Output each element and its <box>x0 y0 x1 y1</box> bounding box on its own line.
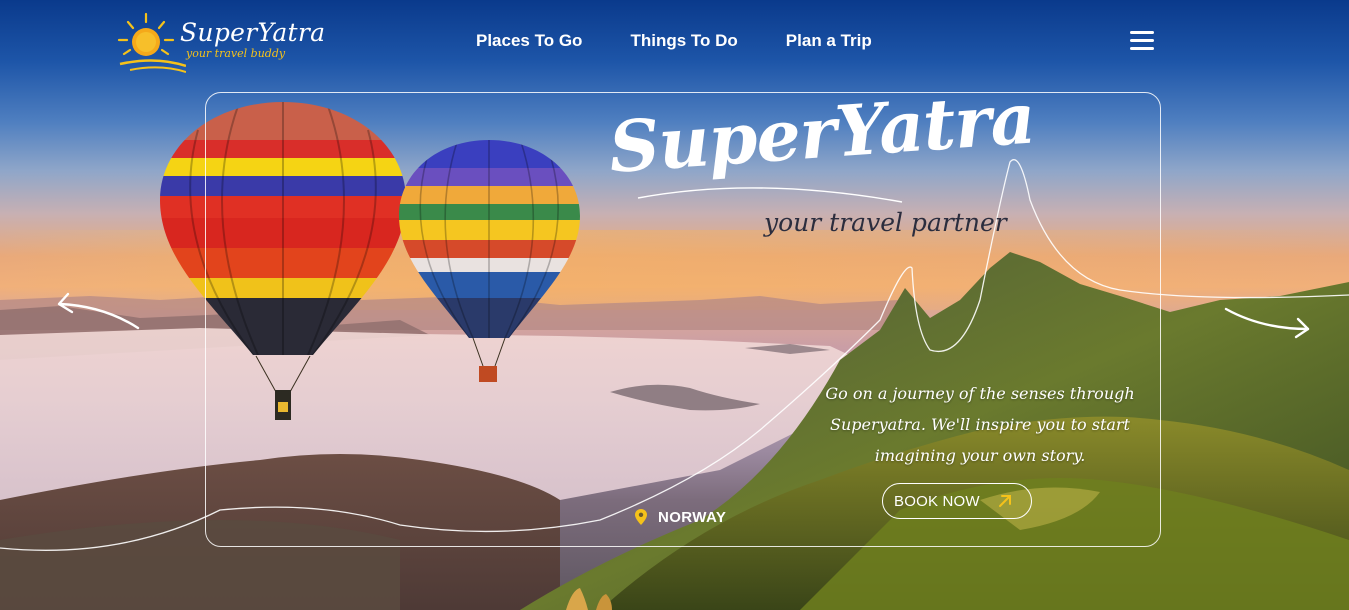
location-label: NORWAY <box>634 508 726 526</box>
location-name: NORWAY <box>658 508 727 526</box>
hero-subtitle: your travel partner <box>764 208 1007 237</box>
map-pin-icon <box>635 509 647 525</box>
curved-arrow-right-icon[interactable] <box>1222 303 1314 343</box>
arrow-up-right-icon <box>999 495 1011 507</box>
hero-description: Go on a journey of the senses through Su… <box>825 384 1135 465</box>
curved-arrow-left-icon[interactable] <box>54 290 144 335</box>
logo-tagline: your travel buddy <box>186 47 286 60</box>
nav-places-to-go[interactable]: Places To Go <box>476 31 582 51</box>
hamburger-menu-icon[interactable] <box>1130 31 1154 53</box>
nav-plan-a-trip[interactable]: Plan a Trip <box>786 31 872 51</box>
nav-things-to-do[interactable]: Things To Do <box>630 31 737 51</box>
book-now-button[interactable]: BOOK NOW <box>882 483 1032 519</box>
book-now-label: BOOK NOW <box>894 492 980 510</box>
main-nav: Places To Go Things To Do Plan a Trip <box>476 31 872 51</box>
logo-title: SuperYatra <box>180 18 326 47</box>
site-logo[interactable]: SuperYatra your travel buddy <box>116 12 325 74</box>
sun-logo-icon <box>117 12 186 73</box>
site-header: SuperYatra your travel buddy Places To G… <box>0 0 1349 86</box>
